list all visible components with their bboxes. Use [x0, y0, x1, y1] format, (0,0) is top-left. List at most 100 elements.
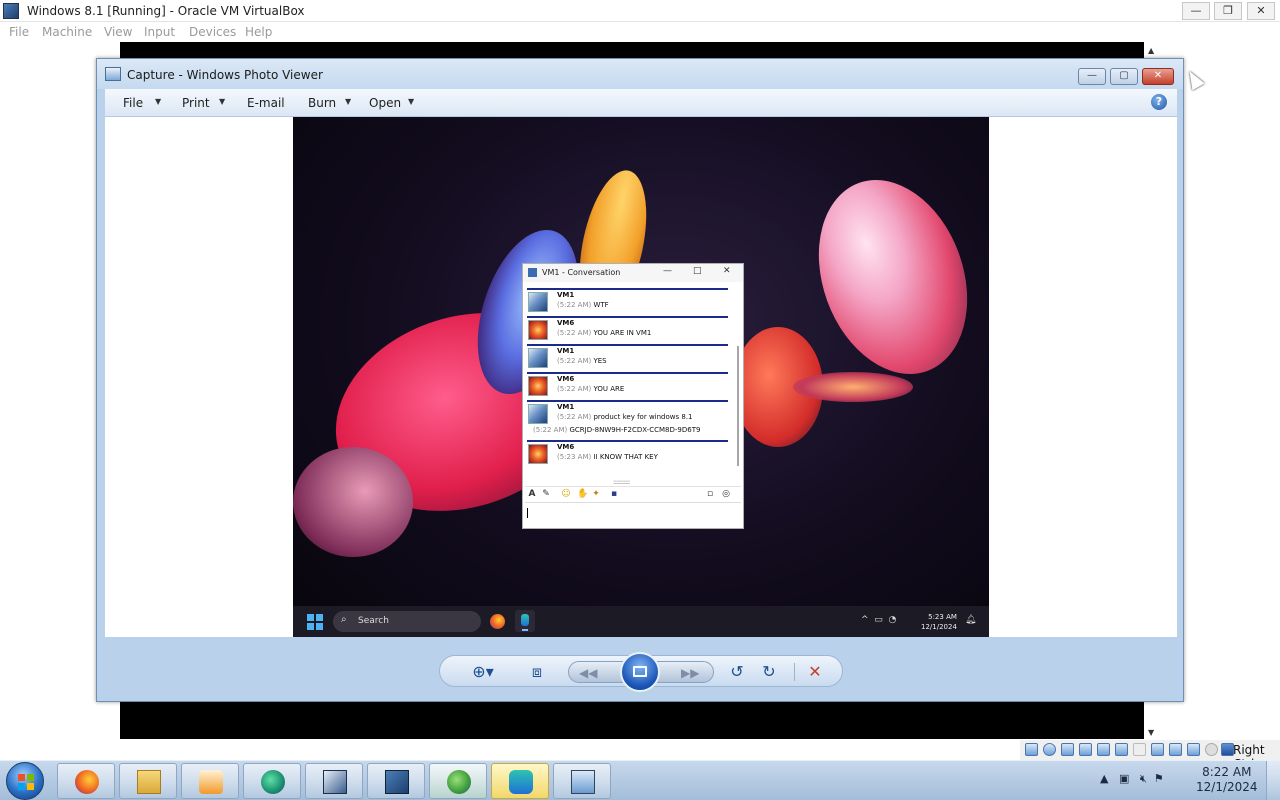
w11-search-box: ⌕ Search — [333, 611, 481, 632]
zoom-icon[interactable]: ⊕▾ — [468, 661, 498, 683]
message-item: VM6 (5:23 AM) II KNOW THAT KEY — [525, 440, 735, 466]
message-input[interactable] — [525, 502, 741, 526]
toolbar-print[interactable]: Print — [182, 96, 210, 110]
virtualbox-icon — [323, 770, 347, 794]
taskbar-messenger-active[interactable] — [491, 763, 549, 799]
taskbar-media-player[interactable] — [181, 763, 239, 799]
toolbar-burn[interactable]: Burn — [308, 96, 336, 110]
messenger-icon — [509, 770, 533, 794]
message-text-line: (5:22 AM) WTF — [557, 301, 609, 309]
toolbar-email[interactable]: E-mail — [247, 96, 285, 110]
wink-icon[interactable]: ✋ — [577, 489, 588, 499]
firefox-icon — [490, 614, 505, 629]
delete-icon[interactable]: ✕ — [804, 661, 826, 683]
usb-icon[interactable] — [1097, 743, 1110, 756]
chevron-down-icon[interactable]: ▼ — [155, 97, 161, 106]
next-icon[interactable]: ▶▶ — [681, 662, 699, 684]
taskbar-edge[interactable] — [243, 763, 301, 799]
host-taskbar — [0, 760, 1280, 800]
virtualbox-app-icon — [3, 3, 19, 19]
virtualization-icon[interactable] — [1169, 743, 1182, 756]
nudge-icon[interactable]: ✦ — [591, 489, 601, 499]
taskbar-explorer[interactable] — [119, 763, 177, 799]
maximize-icon[interactable]: □ — [693, 266, 702, 276]
hard-disk-icon[interactable] — [1025, 743, 1038, 756]
pv-close-button[interactable]: ✕ — [1142, 68, 1174, 85]
actual-size-icon[interactable]: ⧈ — [526, 661, 548, 683]
slideshow-button[interactable] — [620, 652, 660, 692]
network-icon[interactable] — [1079, 743, 1092, 756]
help-icon[interactable]: ? — [1151, 94, 1167, 110]
shared-folders-icon[interactable] — [1115, 743, 1128, 756]
taskbar-virtualbox[interactable] — [305, 763, 363, 799]
photo-viewer-toolbar: File ▼ Print ▼ E-mail Burn ▼ Open ▼ ? — [105, 89, 1177, 117]
font-icon[interactable]: A — [527, 489, 537, 499]
optical-drive-icon[interactable] — [1043, 743, 1056, 756]
display-icon[interactable] — [1133, 743, 1146, 756]
conversation-toolbar: A ✎ ☺ ✋ ✦ ▪ ▫ ◎ — [525, 486, 741, 500]
photo-viewer-titlebar[interactable]: Capture - Windows Photo Viewer — ▢ ✕ — [97, 59, 1183, 89]
conversation-scrollbar[interactable] — [735, 286, 741, 472]
menu-help[interactable]: Help — [245, 25, 272, 39]
chevron-down-icon[interactable]: ▼ — [219, 97, 225, 106]
message-time: (5:23 AM) — [557, 453, 592, 461]
photo-viewer-app-icon — [105, 67, 121, 81]
message-text-line: (5:22 AM) YES — [557, 357, 607, 365]
ink-icon[interactable]: ✎ — [541, 489, 551, 499]
scroll-up-arrow-icon[interactable]: ▲ — [1148, 46, 1154, 55]
taskbar-network[interactable] — [429, 763, 487, 799]
scroll-down-arrow-icon[interactable]: ▼ — [1148, 728, 1154, 737]
restore-button[interactable]: ❐ — [1214, 2, 1242, 20]
close-button[interactable]: ✕ — [1247, 2, 1275, 20]
edge-icon — [261, 770, 285, 794]
chevron-down-icon[interactable]: ▼ — [345, 97, 351, 106]
windows-start-icon — [307, 614, 323, 630]
audio-icon[interactable] — [1061, 743, 1074, 756]
conversation-history[interactable]: VM1 (5:22 AM) WTF VM6 (5:22 AM) YOU ARE … — [525, 286, 735, 472]
menu-view[interactable]: View — [104, 25, 132, 39]
pv-maximize-button[interactable]: ▢ — [1110, 68, 1138, 85]
w11-tray-icons: ^ ▭ ◔ — [861, 615, 897, 625]
message-item: VM1 (5:22 AM) product key for windows 8.… — [525, 400, 735, 426]
wallpaper-petal — [293, 447, 413, 557]
resize-grip[interactable]: :::::::::::::::: — [613, 479, 630, 486]
conversation-titlebar[interactable]: VM1 - Conversation — □ ✕ — [523, 264, 743, 282]
taskbar-windows81-vm[interactable] — [367, 763, 425, 799]
minimize-button[interactable]: — — [1182, 2, 1210, 20]
emoticon-icon[interactable]: ☺ — [561, 489, 571, 499]
menu-file[interactable]: File — [9, 25, 29, 39]
rotate-counterclockwise-icon[interactable]: ↺ — [726, 661, 748, 683]
toolbar-file[interactable]: File — [123, 96, 143, 110]
recording-icon[interactable] — [1151, 743, 1164, 756]
photo-viewer-title: Capture - Windows Photo Viewer — [127, 68, 323, 82]
settings-icon[interactable]: ◎ — [721, 489, 731, 499]
host-tray-icons[interactable]: ▲ ▣ 🔇︎ ⚑ — [1100, 772, 1164, 786]
minimize-icon[interactable]: — — [663, 266, 672, 276]
close-icon[interactable]: ✕ — [723, 266, 731, 276]
wallpaper-petal — [793, 372, 913, 402]
scrollbar-thumb[interactable] — [737, 346, 739, 466]
windows-start-button[interactable] — [6, 762, 44, 800]
pv-minimize-button[interactable]: — — [1078, 68, 1106, 85]
save-icon[interactable]: ▪ — [609, 489, 619, 499]
taskbar-photo-viewer[interactable] — [553, 763, 611, 799]
menu-machine[interactable]: Machine — [42, 25, 92, 39]
firefox-icon — [75, 770, 99, 794]
vbox-menubar: File Machine View Input Devices Help — [0, 22, 1280, 42]
wallpaper-petal — [793, 159, 989, 395]
w11-taskbar: ⌕ Search ^ ▭ ◔ 5:23 AM 12/1/2024 🔔︎ — [293, 606, 989, 637]
cpu-icon[interactable] — [1187, 743, 1200, 756]
mouse-integration-icon[interactable] — [1205, 743, 1218, 756]
rotate-clockwise-icon[interactable]: ↻ — [758, 661, 780, 683]
chevron-down-icon[interactable]: ▼ — [408, 97, 414, 106]
previous-icon[interactable]: ◀◀ — [579, 662, 597, 684]
message-text: GCRJD-8NW9H-F2CDX-CCM8D-9D6T9 — [569, 426, 701, 434]
menu-input[interactable]: Input — [144, 25, 175, 39]
avatar — [528, 376, 548, 396]
taskbar-firefox[interactable] — [57, 763, 115, 799]
page-icon[interactable]: ▫ — [705, 489, 715, 499]
toolbar-open[interactable]: Open — [369, 96, 401, 110]
show-desktop-button[interactable] — [1266, 761, 1280, 800]
menu-devices[interactable]: Devices — [189, 25, 236, 39]
host-clock[interactable]: 8:22 AM 12/1/2024 — [1196, 765, 1258, 795]
